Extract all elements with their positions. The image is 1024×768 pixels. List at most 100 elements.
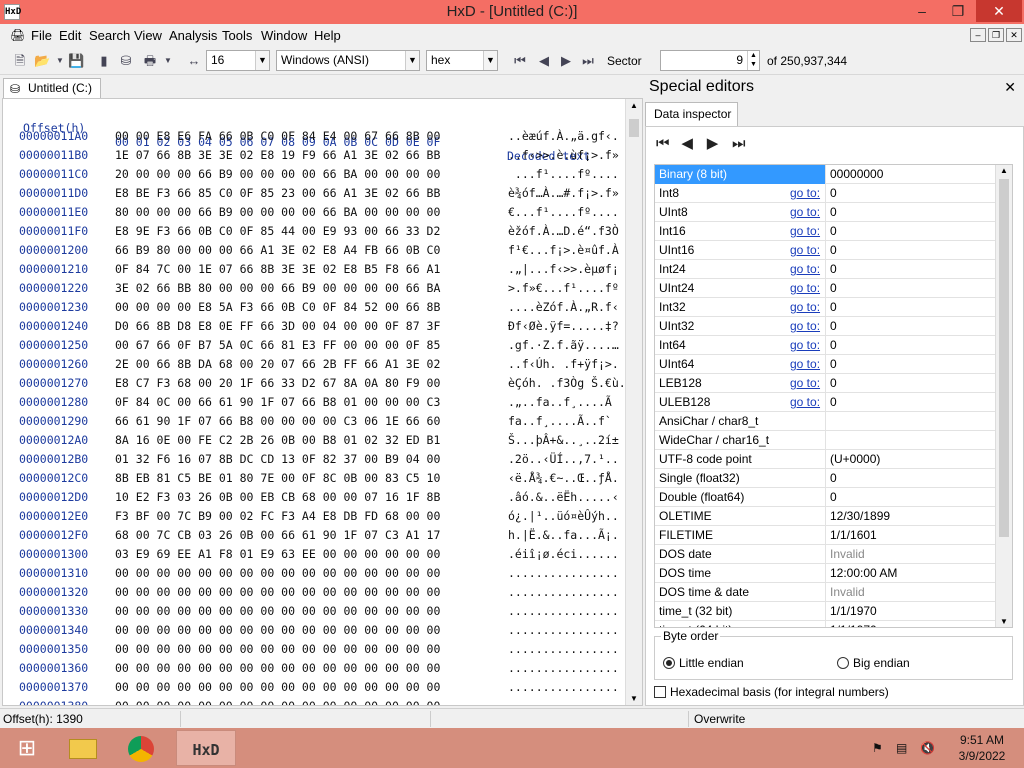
row-decoded-text[interactable]: ...f¹....fº....: [508, 165, 619, 184]
inspector-value[interactable]: (U+0000): [830, 450, 880, 468]
inspector-value[interactable]: 0: [830, 488, 837, 506]
inspector-row[interactable]: AnsiChar / char8_t: [655, 412, 997, 431]
row-decoded-text[interactable]: èÇóh. .f3Òg Š.€ù.: [508, 374, 626, 393]
menu-help[interactable]: Help: [314, 28, 341, 43]
inspector-value[interactable]: 0: [830, 203, 837, 221]
goto-link[interactable]: go to:: [790, 279, 820, 297]
row-decoded-text[interactable]: ‹ë.Å¾.€~..Œ..ƒÅ.: [508, 469, 619, 488]
row-decoded-text[interactable]: fa..f¸....Ã..f`: [508, 412, 612, 431]
inspector-row[interactable]: FILETIME 1/1/1601: [655, 526, 997, 545]
inspector-value[interactable]: 1/1/1970: [830, 621, 877, 627]
hex-scrollbar[interactable]: ▲ ▼: [625, 99, 642, 705]
scroll-down-icon[interactable]: ▼: [1000, 617, 1008, 626]
row-bytes[interactable]: E8 C7 F3 68 00 20 1F 66 33 D2 67 8A 0A 8…: [115, 374, 440, 393]
inspector-row[interactable]: Int32 go to: 0: [655, 298, 997, 317]
row-bytes[interactable]: 66 B9 80 00 00 00 66 A1 3E 02 E8 A4 FB 6…: [115, 241, 440, 260]
goto-link[interactable]: go to:: [790, 222, 820, 240]
file-explorer-button[interactable]: [56, 730, 110, 766]
inspector-value[interactable]: 12:00:00 AM: [830, 564, 897, 582]
row-bytes[interactable]: 03 E9 69 EE A1 F8 01 E9 63 EE 00 00 00 0…: [115, 545, 440, 564]
disk-icon[interactable]: ⛁: [118, 53, 134, 69]
bytes-per-row-select[interactable]: 16 ▼: [206, 50, 270, 71]
goto-link[interactable]: go to:: [790, 336, 820, 354]
row-bytes[interactable]: 2E 00 66 8B DA 68 00 20 07 66 2B FF 66 A…: [115, 355, 440, 374]
row-bytes[interactable]: 8B EB 81 C5 BE 01 80 7E 00 0F 8C 0B 00 8…: [115, 469, 440, 488]
inspector-row[interactable]: UInt64 go to: 0: [655, 355, 997, 374]
row-decoded-text[interactable]: f¹€...f¡>.è¤ûf.À: [508, 241, 619, 260]
menu-view[interactable]: View: [134, 28, 162, 43]
row-decoded-text[interactable]: ................: [508, 697, 619, 705]
close-button[interactable]: ✕: [976, 0, 1022, 22]
row-decoded-text[interactable]: ....èZóf.À.„R.f‹: [508, 298, 619, 317]
delete-icon[interactable]: ▮: [96, 53, 112, 69]
inspector-scrollbar[interactable]: ▲ ▼: [995, 165, 1012, 627]
row-bytes[interactable]: D0 66 8B D8 E8 0E FF 66 3D 00 04 00 00 0…: [115, 317, 440, 336]
row-decoded-text[interactable]: .2ö..‹ÜÍ..‚7.¹..: [508, 450, 619, 469]
minimize-button[interactable]: –: [904, 0, 940, 22]
inspector-value[interactable]: 0: [830, 469, 837, 487]
inspector-value[interactable]: 00000000: [830, 165, 883, 183]
row-decoded-text[interactable]: .gf.·Z.f.ãÿ....…: [508, 336, 619, 355]
row-decoded-text[interactable]: ..f‹Úh. .f+ÿf¡>.: [508, 355, 619, 374]
chevron-down-icon[interactable]: ▼: [405, 51, 419, 70]
row-decoded-text[interactable]: .„..fa..f¸....Ã: [508, 393, 612, 412]
row-bytes[interactable]: 00 00 00 00 00 00 00 00 00 00 00 00 00 0…: [115, 583, 440, 602]
inspector-row[interactable]: Int64 go to: 0: [655, 336, 997, 355]
action-center-icon[interactable]: ⚑: [872, 740, 883, 756]
menu-file[interactable]: File: [31, 28, 52, 43]
inspector-row[interactable]: UInt32 go to: 0: [655, 317, 997, 336]
inspector-row[interactable]: UInt16 go to: 0: [655, 241, 997, 260]
big-endian-radio[interactable]: Big endian: [837, 656, 910, 670]
inspector-row[interactable]: Binary (8 bit) 00000000: [655, 165, 997, 184]
offset-base-select[interactable]: hex ▼: [426, 50, 498, 71]
row-bytes[interactable]: 68 00 7C CB 03 26 0B 00 66 61 90 1F 07 C…: [115, 526, 440, 545]
goto-link[interactable]: go to:: [790, 298, 820, 316]
restore-button[interactable]: ❐: [940, 0, 976, 22]
row-bytes[interactable]: E8 BE F3 66 85 C0 0F 85 23 00 66 A1 3E 0…: [115, 184, 440, 203]
open-dropdown-icon[interactable]: ▼: [52, 53, 68, 69]
charset-select[interactable]: Windows (ANSI) ▼: [276, 50, 420, 71]
inspector-row[interactable]: DOS time 12:00:00 AM: [655, 564, 997, 583]
row-decoded-text[interactable]: .éiî¡ø.éci......: [508, 545, 619, 564]
menu-search[interactable]: Search: [89, 28, 130, 43]
inspector-row[interactable]: ULEB128 go to: 0: [655, 393, 997, 412]
menu-analysis[interactable]: Analysis: [169, 28, 217, 43]
row-bytes[interactable]: 8A 16 0E 00 FE C2 2B 26 0B 00 B8 01 02 3…: [115, 431, 440, 450]
inspector-row[interactable]: UTF-8 code point (U+0000): [655, 450, 997, 469]
inspector-row[interactable]: time_t (64 bit) 1/1/1970: [655, 621, 997, 627]
last-icon[interactable]: ⏭: [732, 135, 754, 152]
inspector-row[interactable]: OLETIME 12/30/1899: [655, 507, 997, 526]
inspector-row[interactable]: DOS date Invalid: [655, 545, 997, 564]
inspector-value[interactable]: 0: [830, 241, 837, 259]
inspector-value[interactable]: 0: [830, 374, 837, 392]
mdi-restore-icon[interactable]: ❐: [988, 28, 1004, 42]
row-bytes[interactable]: 1E 07 66 8B 3E 3E 02 E8 19 F9 66 A1 3E 0…: [115, 146, 440, 165]
row-bytes[interactable]: 80 00 00 00 66 B9 00 00 00 00 66 BA 00 0…: [115, 203, 440, 222]
row-decoded-text[interactable]: ó¿.|¹..üó¤èÛýh..: [508, 507, 619, 526]
row-bytes[interactable]: 00 00 00 00 00 00 00 00 00 00 00 00 00 0…: [115, 564, 440, 583]
row-bytes[interactable]: 00 00 00 00 00 00 00 00 00 00 00 00 00 0…: [115, 640, 440, 659]
goto-link[interactable]: go to:: [790, 241, 820, 259]
mdi-close-icon[interactable]: ✕: [1006, 28, 1022, 42]
row-decoded-text[interactable]: ................: [508, 659, 619, 678]
clock[interactable]: 9:51 AM 3/9/2022: [950, 732, 1014, 764]
scroll-down-icon[interactable]: ▼: [630, 694, 638, 703]
inspector-value[interactable]: 0: [830, 355, 837, 373]
mdi-minimize-icon[interactable]: –: [970, 28, 986, 42]
sector-input[interactable]: 9 ▲ ▼: [660, 50, 760, 71]
sector-spinner-icon[interactable]: ▲ ▼: [747, 51, 759, 70]
previous-icon[interactable]: ◀: [681, 134, 703, 152]
row-bytes[interactable]: E8 9E F3 66 0B C0 0F 85 44 00 E9 93 00 6…: [115, 222, 440, 241]
row-decoded-text[interactable]: ................: [508, 640, 619, 659]
last-sector-icon[interactable]: ⏭: [580, 53, 596, 69]
inspector-row[interactable]: LEB128 go to: 0: [655, 374, 997, 393]
save-icon[interactable]: 💾: [68, 53, 84, 69]
row-bytes[interactable]: 00 00 00 00 00 00 00 00 00 00 00 00 00 0…: [115, 602, 440, 621]
inspector-value[interactable]: 0: [830, 393, 837, 411]
columns-icon[interactable]: ↔: [186, 53, 202, 69]
row-decoded-text[interactable]: .„|...f‹>>.èµøf¡: [508, 260, 619, 279]
inspector-value[interactable]: 0: [830, 260, 837, 278]
inspector-row[interactable]: DOS time & date Invalid: [655, 583, 997, 602]
row-decoded-text[interactable]: ................: [508, 621, 619, 640]
goto-link[interactable]: go to:: [790, 355, 820, 373]
